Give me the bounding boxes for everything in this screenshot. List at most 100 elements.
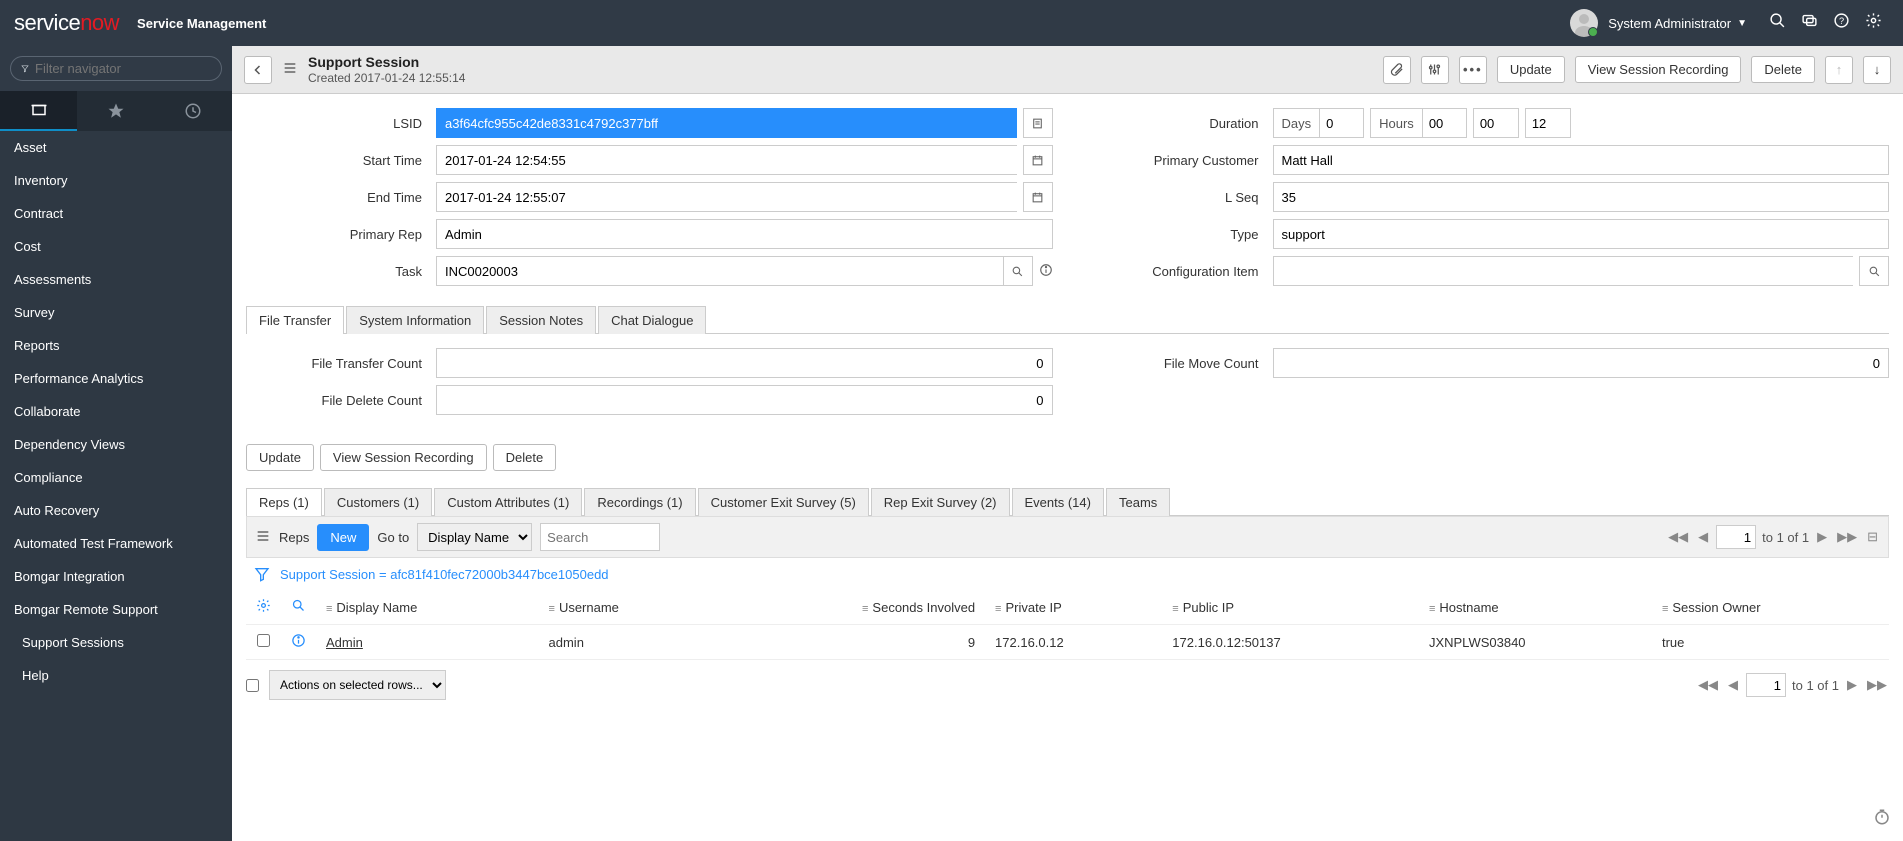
user-name[interactable]: System Administrator (1608, 16, 1731, 31)
tab-system-information[interactable]: System Information (346, 306, 484, 334)
lsid-input[interactable] (436, 108, 1017, 138)
col-seconds-involved[interactable]: ≡Seconds Involved (719, 590, 985, 625)
personalize-columns-icon[interactable] (246, 590, 281, 625)
pager-first-icon[interactable]: ◀◀ (1666, 529, 1690, 545)
col-display-name[interactable]: ≡Display Name (316, 590, 539, 625)
tab-recordings[interactable]: Recordings (1) (584, 488, 695, 516)
view-session-recording-button[interactable]: View Session Recording (1575, 56, 1742, 83)
user-avatar[interactable] (1570, 9, 1598, 37)
new-button[interactable]: New (317, 524, 369, 551)
nav-tab-favorites[interactable] (77, 91, 154, 131)
nav-tab-history[interactable] (155, 91, 232, 131)
list-context-menu-icon[interactable] (255, 528, 271, 547)
nav-item-dependency-views[interactable]: Dependency Views (0, 428, 232, 461)
pager-prev-icon[interactable]: ◀ (1726, 677, 1740, 693)
table-row[interactable]: Admin admin 9 172.16.0.12 172.16.0.12:50… (246, 625, 1889, 660)
col-hostname[interactable]: ≡Hostname (1419, 590, 1652, 625)
nav-subitem-help[interactable]: Help (0, 659, 232, 692)
tab-reps[interactable]: Reps (1) (246, 488, 322, 516)
nav-item-assessments[interactable]: Assessments (0, 263, 232, 296)
file-delete-count-input[interactable] (436, 385, 1053, 415)
duration-days-input[interactable] (1319, 109, 1363, 137)
duration-secs-input[interactable] (1526, 109, 1570, 137)
col-public-ip[interactable]: ≡Public IP (1162, 590, 1419, 625)
row-info-icon[interactable] (281, 625, 316, 660)
nav-item-cost[interactable]: Cost (0, 230, 232, 263)
filter-breadcrumb[interactable]: Support Session = afc81f410fec72000b3447… (280, 567, 609, 582)
nav-item-inventory[interactable]: Inventory (0, 164, 232, 197)
settings-gear-icon[interactable] (1857, 12, 1889, 34)
nav-subitem-support-sessions[interactable]: Support Sessions (0, 626, 232, 659)
file-move-count-input[interactable] (1273, 348, 1890, 378)
tab-custom-attributes[interactable]: Custom Attributes (1) (434, 488, 582, 516)
prev-record-icon[interactable]: ↑ (1825, 56, 1853, 84)
nav-item-survey[interactable]: Survey (0, 296, 232, 329)
select-all-checkbox[interactable] (246, 679, 259, 692)
goto-field-select[interactable]: Display Name (417, 523, 532, 551)
lseq-input[interactable] (1273, 182, 1890, 212)
pager-expand-icon[interactable]: ⊟ (1865, 529, 1880, 545)
tab-events[interactable]: Events (14) (1012, 488, 1104, 516)
duration-mins-input[interactable] (1474, 109, 1518, 137)
attachments-icon[interactable] (1383, 56, 1411, 84)
delete-button-bottom[interactable]: Delete (493, 444, 557, 471)
file-transfer-count-input[interactable] (436, 348, 1053, 378)
actions-on-selected-select[interactable]: Actions on selected rows... (269, 670, 446, 700)
nav-item-compliance[interactable]: Compliance (0, 461, 232, 494)
update-button[interactable]: Update (1497, 56, 1565, 83)
lsid-suggestion-icon[interactable] (1023, 108, 1053, 138)
row-checkbox[interactable] (257, 634, 270, 647)
nav-item-asset[interactable]: Asset (0, 131, 232, 164)
pager-page-input[interactable] (1746, 673, 1786, 697)
col-private-ip[interactable]: ≡Private IP (985, 590, 1162, 625)
tab-chat-dialogue[interactable]: Chat Dialogue (598, 306, 706, 334)
ci-input[interactable] (1273, 256, 1854, 286)
update-button-bottom[interactable]: Update (246, 444, 314, 471)
view-session-recording-button-bottom[interactable]: View Session Recording (320, 444, 487, 471)
end-time-input[interactable] (436, 182, 1017, 212)
tab-rep-exit-survey[interactable]: Rep Exit Survey (2) (871, 488, 1010, 516)
nav-filter[interactable] (10, 56, 222, 81)
pager-last-icon[interactable]: ▶▶ (1865, 677, 1889, 693)
type-input[interactable] (1273, 219, 1890, 249)
more-actions-icon[interactable]: ••• (1459, 56, 1487, 84)
tab-customers[interactable]: Customers (1) (324, 488, 432, 516)
pager-first-icon[interactable]: ◀◀ (1696, 677, 1720, 693)
end-time-calendar-icon[interactable] (1023, 182, 1053, 212)
context-menu-icon[interactable] (282, 60, 298, 79)
delete-button[interactable]: Delete (1751, 56, 1815, 83)
pager-prev-icon[interactable]: ◀ (1696, 529, 1710, 545)
help-icon[interactable]: ? (1825, 12, 1857, 34)
chat-icon[interactable] (1793, 12, 1825, 34)
nav-item-reports[interactable]: Reports (0, 329, 232, 362)
tab-session-notes[interactable]: Session Notes (486, 306, 596, 334)
nav-item-collaborate[interactable]: Collaborate (0, 395, 232, 428)
ci-lookup-icon[interactable] (1859, 256, 1889, 286)
task-lookup-icon[interactable] (1003, 256, 1033, 286)
nav-tab-all[interactable] (0, 91, 77, 131)
pager-next-icon[interactable]: ▶ (1815, 529, 1829, 545)
col-session-owner[interactable]: ≡Session Owner (1652, 590, 1889, 625)
start-time-input[interactable] (436, 145, 1017, 175)
response-time-icon[interactable] (1873, 808, 1891, 829)
task-info-icon[interactable] (1039, 263, 1053, 280)
back-button[interactable] (244, 56, 272, 84)
nav-item-bomgar-remote-support[interactable]: Bomgar Remote Support (0, 593, 232, 626)
nav-item-performance-analytics[interactable]: Performance Analytics (0, 362, 232, 395)
search-icon[interactable] (1761, 12, 1793, 34)
pager-page-input[interactable] (1716, 525, 1756, 549)
nav-item-atf[interactable]: Automated Test Framework (0, 527, 232, 560)
filter-funnel-icon[interactable] (254, 566, 270, 582)
next-record-icon[interactable]: ↓ (1863, 56, 1891, 84)
primary-rep-input[interactable] (436, 219, 1053, 249)
nav-item-auto-recovery[interactable]: Auto Recovery (0, 494, 232, 527)
list-search-input[interactable] (540, 523, 660, 551)
pager-last-icon[interactable]: ▶▶ (1835, 529, 1859, 545)
start-time-calendar-icon[interactable] (1023, 145, 1053, 175)
tab-customer-exit-survey[interactable]: Customer Exit Survey (5) (698, 488, 869, 516)
tab-teams[interactable]: Teams (1106, 488, 1170, 516)
nav-filter-input[interactable] (35, 61, 211, 76)
primary-customer-input[interactable] (1273, 145, 1890, 175)
duration-hours-input[interactable] (1422, 109, 1466, 137)
nav-item-contract[interactable]: Contract (0, 197, 232, 230)
